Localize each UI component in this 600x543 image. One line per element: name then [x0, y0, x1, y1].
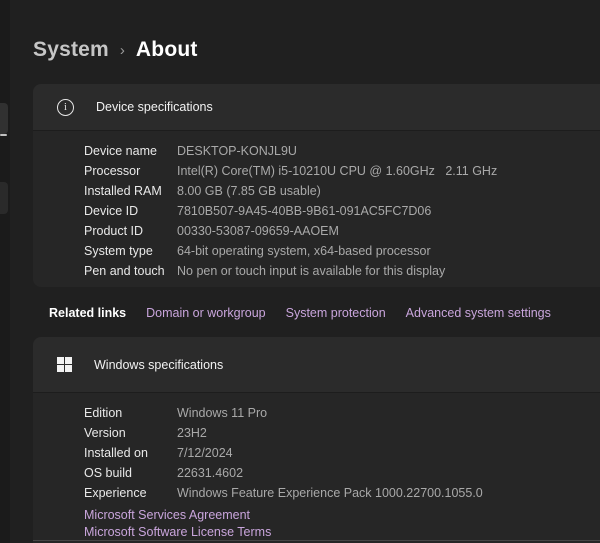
spec-value: Windows Feature Experience Pack 1000.227…: [177, 486, 483, 500]
spec-label: Installed RAM: [84, 184, 177, 198]
spec-value: 22631.4602: [177, 466, 243, 480]
spec-row-edition: Edition Windows 11 Pro: [84, 403, 600, 423]
nav-item-fragment[interactable]: [0, 182, 8, 214]
spec-value: Intel(R) Core(TM) i5-10210U CPU @ 1.60GH…: [177, 164, 497, 178]
spec-label: Pen and touch: [84, 264, 177, 278]
windows-specifications-card: Windows specifications Edition Windows 1…: [33, 337, 600, 543]
spec-value: No pen or touch input is available for t…: [177, 264, 445, 278]
link-domain-or-workgroup[interactable]: Domain or workgroup: [146, 306, 266, 320]
spec-value: 7810B507-9A45-40BB-9B61-091AC5FC7D06: [177, 204, 431, 218]
spec-row-experience: Experience Windows Feature Experience Pa…: [84, 483, 600, 503]
windows-specifications-body: Edition Windows 11 Pro Version 23H2 Inst…: [33, 393, 600, 543]
spec-value: 00330-53087-09659-AAOEM: [177, 224, 339, 238]
spec-label: Device ID: [84, 204, 177, 218]
windows-specifications-header[interactable]: Windows specifications: [33, 337, 600, 393]
row-divider: [33, 540, 600, 541]
breadcrumb-system[interactable]: System: [33, 38, 109, 62]
spec-value: 8.00 GB (7.85 GB usable): [177, 184, 321, 198]
info-icon: [57, 99, 74, 116]
spec-label: Version: [84, 426, 177, 440]
device-specifications-body: Device name DESKTOP-KONJL9U Processor In…: [33, 131, 600, 287]
spec-value: DESKTOP-KONJL9U: [177, 144, 297, 158]
spec-label: Experience: [84, 486, 177, 500]
nav-pane-edge: [0, 0, 10, 543]
spec-row-installed-ram: Installed RAM 8.00 GB (7.85 GB usable): [84, 181, 600, 201]
windows-specifications-title: Windows specifications: [94, 358, 223, 372]
related-links-label: Related links: [49, 306, 126, 320]
page-title: About: [136, 38, 198, 62]
spec-label: Installed on: [84, 446, 177, 460]
spec-label: Edition: [84, 406, 177, 420]
spec-value: Windows 11 Pro: [177, 406, 267, 420]
spec-label: System type: [84, 244, 177, 258]
chevron-right-icon: ›: [120, 41, 125, 59]
spec-row-version: Version 23H2: [84, 423, 600, 443]
spec-row-product-id: Product ID 00330-53087-09659-AAOEM: [84, 221, 600, 241]
related-links-row: Related links Domain or workgroup System…: [49, 299, 551, 326]
link-advanced-system-settings[interactable]: Advanced system settings: [406, 306, 551, 320]
device-specifications-header[interactable]: Device specifications: [33, 84, 600, 131]
spec-value: 7/12/2024: [177, 446, 233, 460]
spec-value: 23H2: [177, 426, 207, 440]
link-microsoft-services-agreement[interactable]: Microsoft Services Agreement: [84, 507, 250, 524]
spec-row-os-build: OS build 22631.4602: [84, 463, 600, 483]
spec-row-device-id: Device ID 7810B507-9A45-40BB-9B61-091AC5…: [84, 201, 600, 221]
spec-value: 64-bit operating system, x64-based proce…: [177, 244, 431, 258]
spec-row-device-name: Device name DESKTOP-KONJL9U: [84, 141, 600, 161]
breadcrumb: System › About: [33, 38, 198, 62]
device-specifications-card: Device specifications Device name DESKTO…: [33, 84, 600, 287]
link-system-protection[interactable]: System protection: [286, 306, 386, 320]
link-microsoft-software-license-terms[interactable]: Microsoft Software License Terms: [84, 524, 271, 541]
spec-row-system-type: System type 64-bit operating system, x64…: [84, 241, 600, 261]
nav-item-fragment-selected[interactable]: [0, 103, 8, 134]
spec-row-installed-on: Installed on 7/12/2024: [84, 443, 600, 463]
agreement-links: Microsoft Services Agreement Microsoft S…: [84, 507, 600, 541]
spec-row-processor: Processor Intel(R) Core(TM) i5-10210U CP…: [84, 161, 600, 181]
spec-label: OS build: [84, 466, 177, 480]
spec-label: Product ID: [84, 224, 177, 238]
spec-label: Device name: [84, 144, 177, 158]
spec-label: Processor: [84, 164, 177, 178]
windows-logo-icon: [57, 357, 72, 372]
spec-row-pen-and-touch: Pen and touch No pen or touch input is a…: [84, 261, 600, 281]
device-specifications-title: Device specifications: [96, 100, 213, 114]
